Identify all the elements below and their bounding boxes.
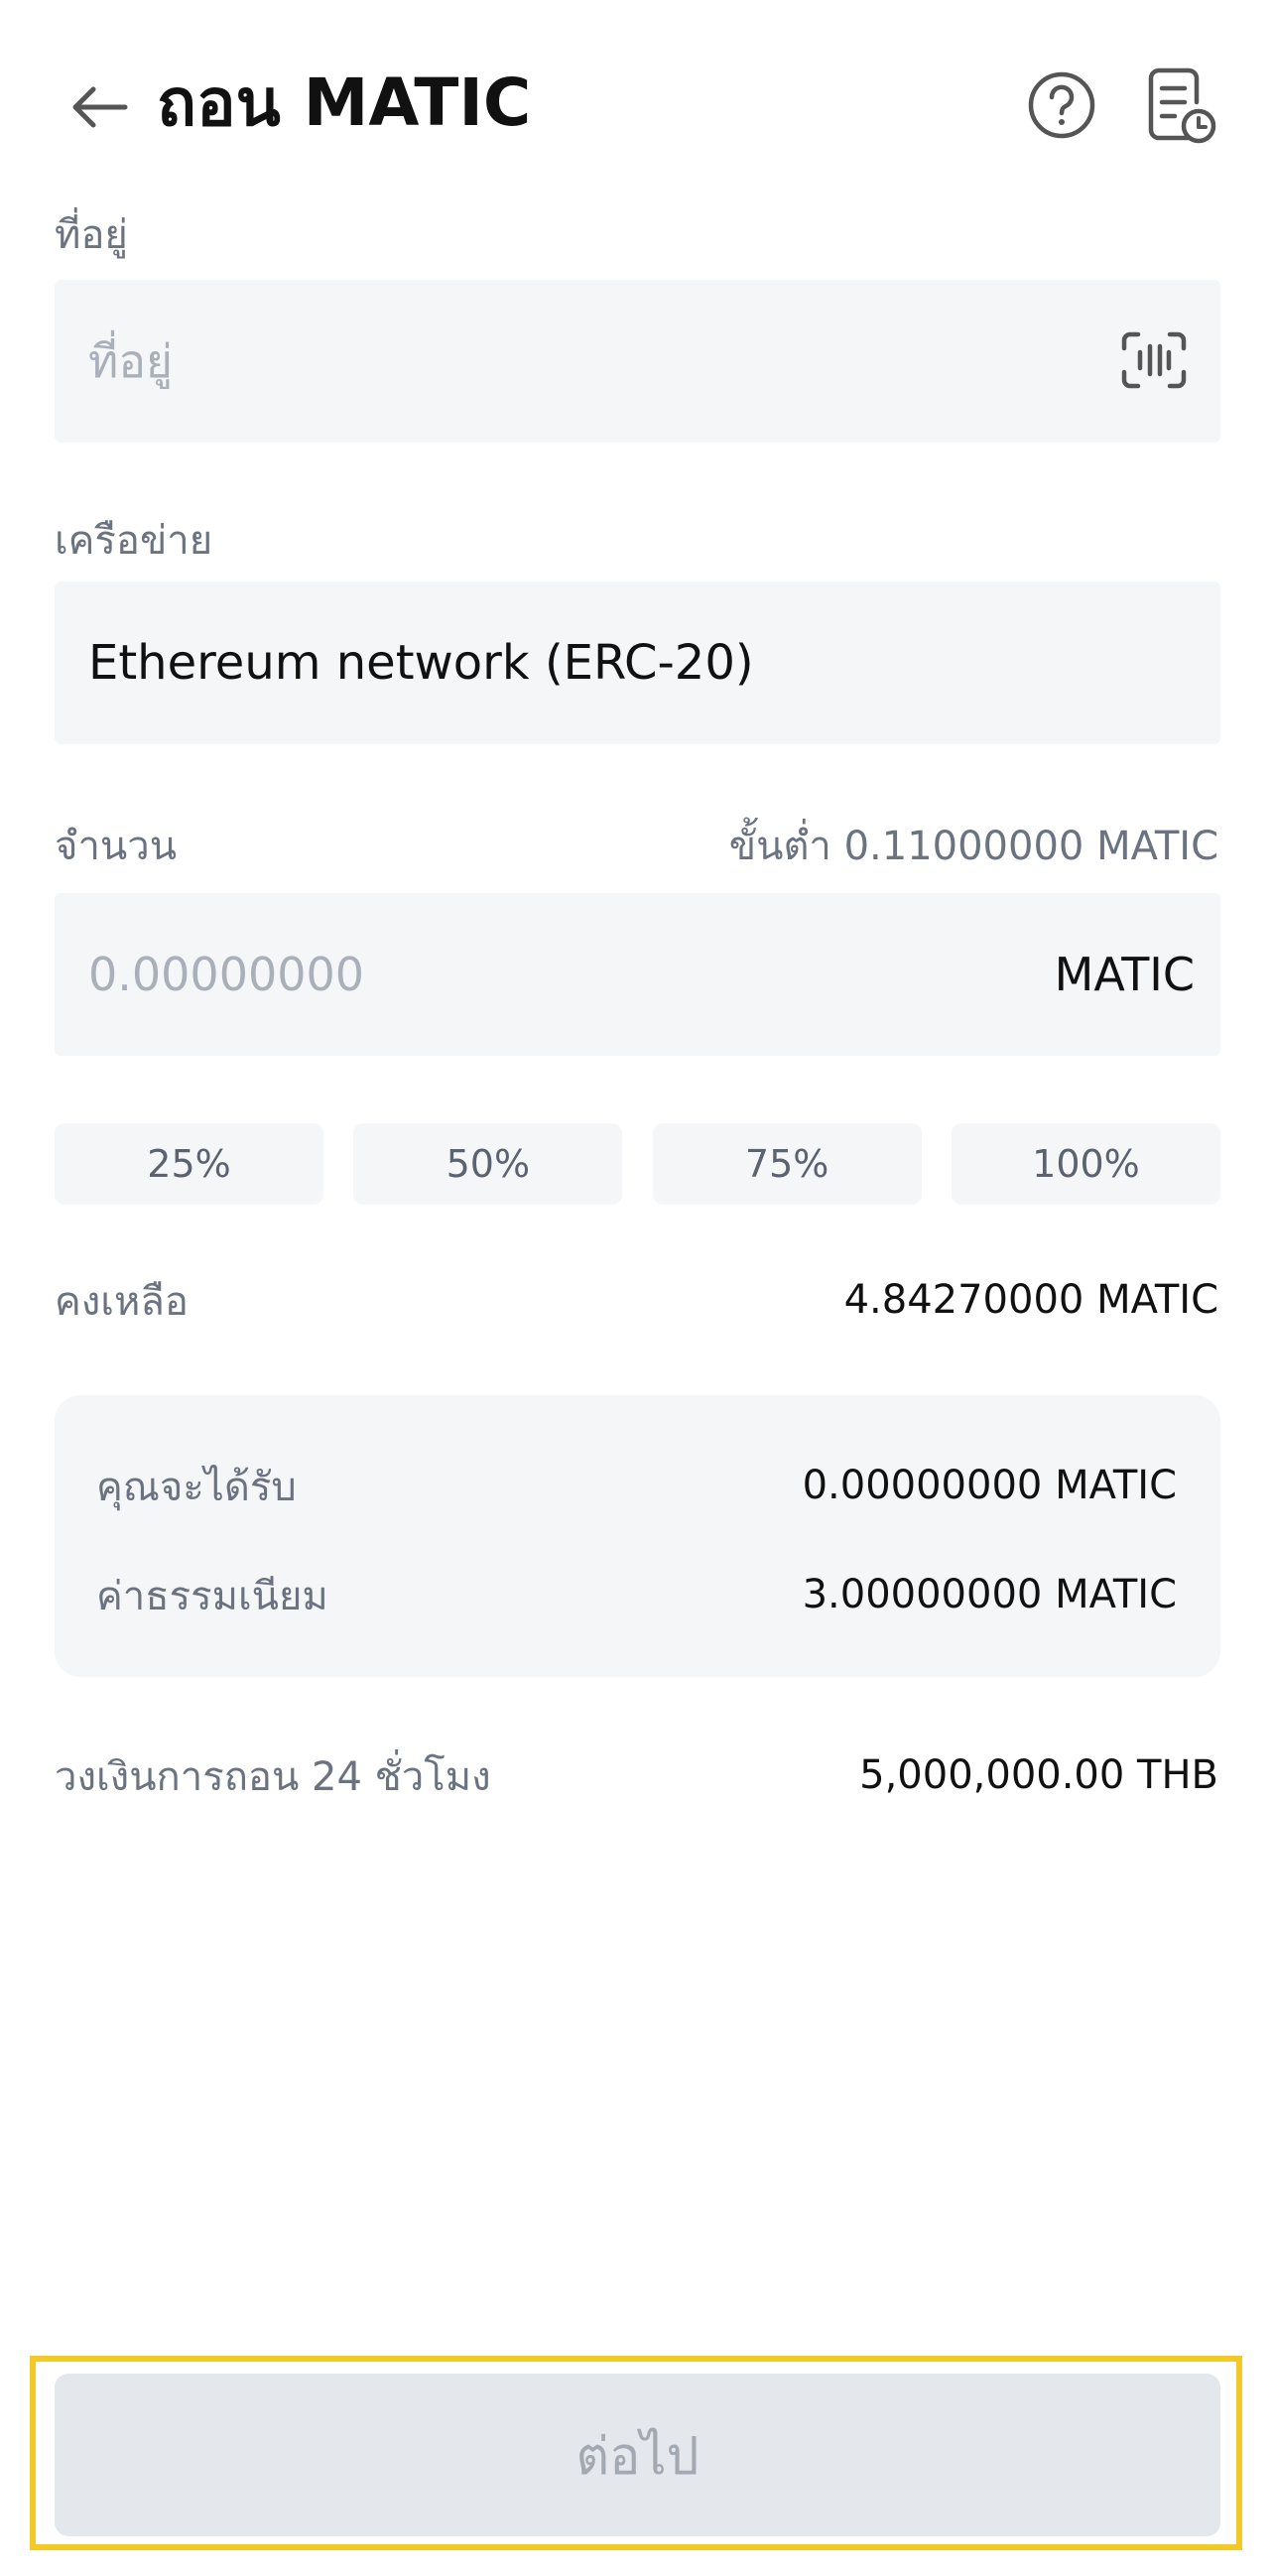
- percent-100-button[interactable]: 100%: [951, 1123, 1220, 1205]
- fee-value: 3.00000000 MATIC: [802, 1572, 1177, 1617]
- balance-value: 4.84270000 MATIC: [843, 1277, 1218, 1323]
- receive-label: คุณจะได้รับ: [96, 1465, 297, 1510]
- withdraw-limit-label: วงเงินการถอน 24 ชั่วโมง: [55, 1754, 491, 1800]
- summary-card: คุณจะได้รับ 0.00000000 MATIC ค่าธรรมเนีย…: [55, 1395, 1220, 1677]
- back-button[interactable]: [62, 69, 137, 145]
- percent-75-button[interactable]: 75%: [652, 1123, 922, 1205]
- address-label: ที่อยู่: [55, 212, 128, 258]
- address-input[interactable]: [88, 280, 981, 443]
- withdraw-limit-value: 5,000,000.00 THB: [859, 1752, 1218, 1798]
- network-value: Ethereum network (ERC-20): [88, 635, 754, 691]
- percent-50-button[interactable]: 50%: [353, 1123, 623, 1205]
- fee-label: ค่าธรรมเนียม: [96, 1574, 328, 1619]
- header: ถอน MATIC: [0, 0, 1274, 198]
- page-title: ถอน MATIC: [157, 64, 532, 141]
- amount-field[interactable]: MATIC: [55, 893, 1220, 1056]
- document-clock-icon: [1145, 66, 1216, 146]
- network-label: เครือข่าย: [55, 518, 213, 564]
- arrow-left-icon: [69, 85, 129, 129]
- amount-input[interactable]: [88, 893, 981, 1056]
- help-button[interactable]: [1022, 65, 1101, 145]
- percent-25-button[interactable]: 25%: [55, 1123, 323, 1205]
- question-circle-icon: [1027, 70, 1096, 140]
- amount-label: จำนวน: [55, 824, 178, 869]
- address-field[interactable]: [55, 280, 1220, 443]
- amount-unit: MATIC: [1054, 948, 1195, 1001]
- balance-label: คงเหลือ: [55, 1279, 189, 1325]
- percent-buttons: 25% 50% 75% 100%: [55, 1123, 1220, 1205]
- network-select[interactable]: Ethereum network (ERC-20): [55, 581, 1220, 744]
- minimum-amount: ขั้นต่ำ 0.11000000 MATIC: [728, 824, 1218, 869]
- history-button[interactable]: [1141, 64, 1220, 149]
- next-button[interactable]: ต่อไป: [55, 2374, 1220, 2536]
- receive-value: 0.00000000 MATIC: [802, 1463, 1177, 1508]
- scan-icon: [1120, 330, 1188, 390]
- scan-button[interactable]: [1119, 327, 1189, 393]
